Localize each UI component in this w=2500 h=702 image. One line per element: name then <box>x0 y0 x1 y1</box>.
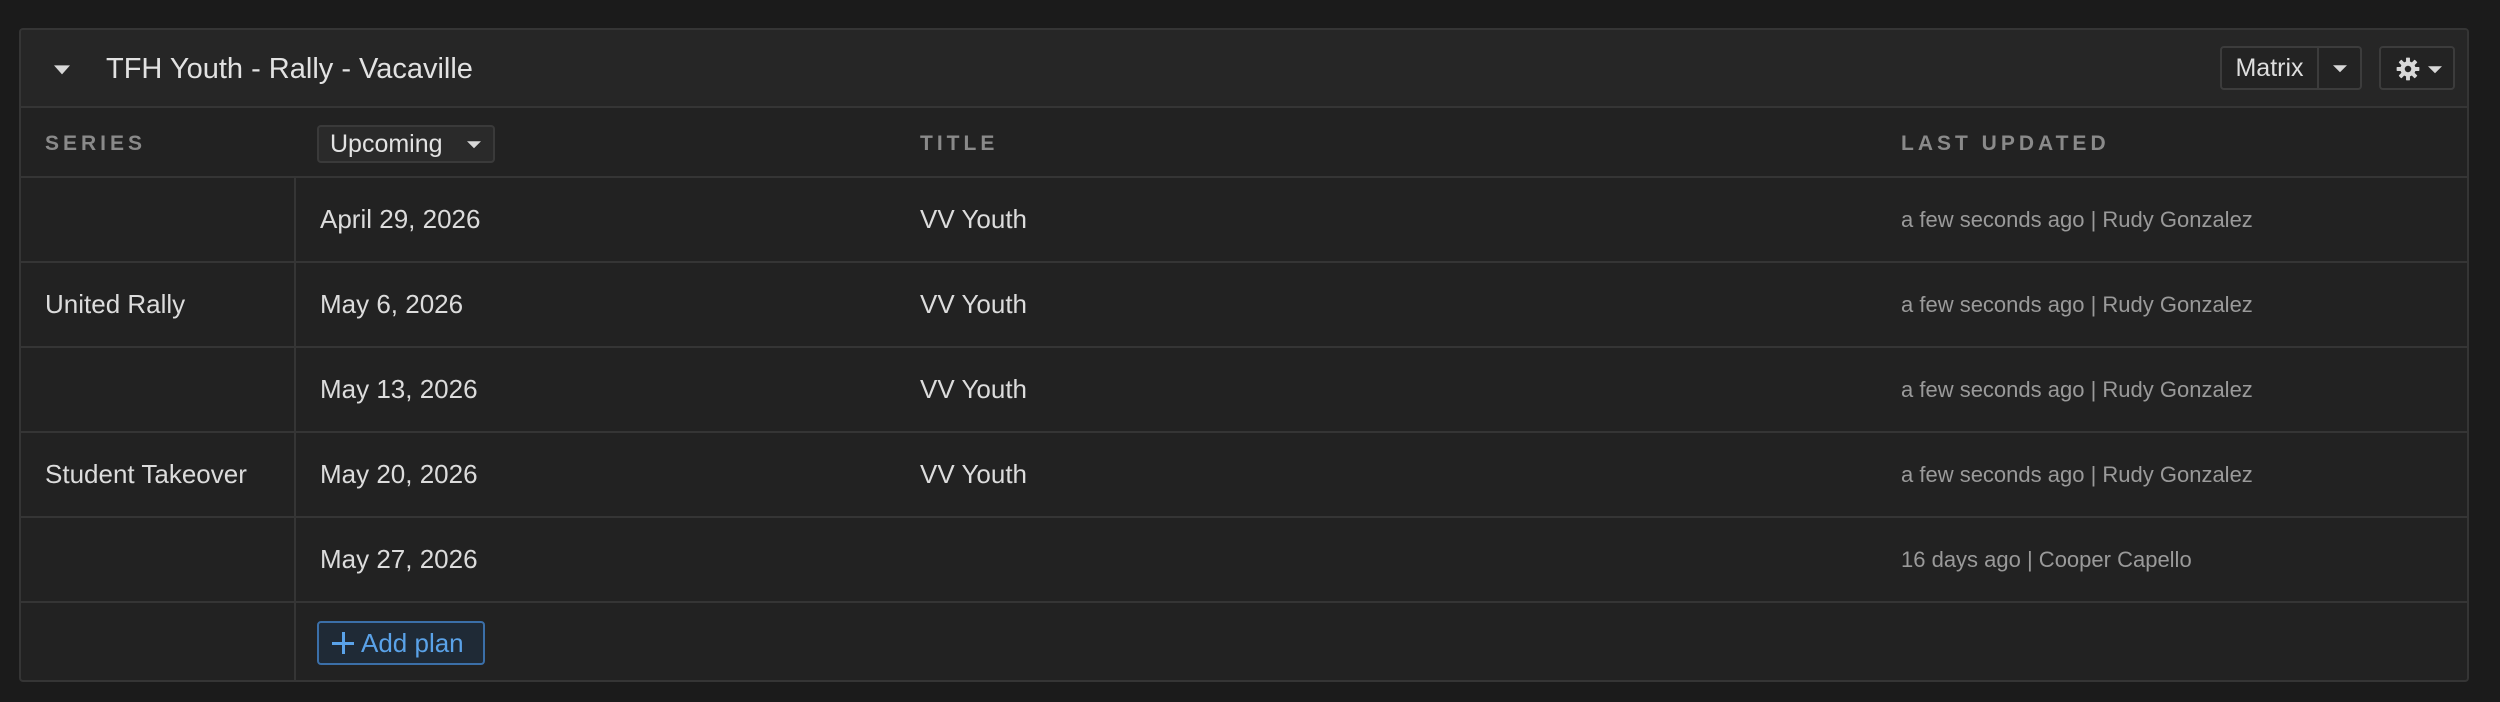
row-date[interactable]: May 20, 2026 <box>320 433 478 516</box>
collapse-toggle[interactable] <box>49 56 75 82</box>
table-row[interactable]: May 13, 2026 VV Youth a few seconds ago … <box>21 348 2467 433</box>
table-header: SERIES Upcoming TITLE LAST UPDATED <box>21 108 2467 178</box>
chevron-down-icon <box>54 65 70 75</box>
row-series: United Rally <box>45 289 186 319</box>
view-dropdown-button[interactable] <box>2319 48 2360 88</box>
row-title[interactable]: VV Youth <box>920 263 1027 346</box>
row-date[interactable]: May 13, 2026 <box>320 348 478 431</box>
caret-down-icon <box>2332 65 2347 73</box>
row-date[interactable]: April 29, 2026 <box>320 178 480 261</box>
add-plan-label: Add plan <box>361 627 464 658</box>
column-header-series: SERIES <box>45 132 147 155</box>
row-series: Student Takeover <box>45 459 247 489</box>
row-date[interactable]: May 27, 2026 <box>320 518 478 601</box>
column-header-last-updated: LAST UPDATED <box>1901 132 2110 155</box>
row-title[interactable]: VV Youth <box>920 348 1027 431</box>
row-date[interactable]: May 6, 2026 <box>320 263 463 346</box>
table-row[interactable]: Student Takeover May 20, 2026 VV Youth a… <box>21 433 2467 518</box>
panel-header: TFH Youth - Rally - Vacaville Matrix <box>21 30 2467 108</box>
upcoming-filter-select[interactable]: Upcoming <box>317 125 495 163</box>
upcoming-filter-label: Upcoming <box>330 129 443 158</box>
row-last-updated: a few seconds ago | Rudy Gonzalez <box>1901 291 2253 317</box>
series-column-divider <box>294 178 296 680</box>
view-switcher: Matrix <box>2220 46 2362 90</box>
view-matrix-button[interactable]: Matrix <box>2222 48 2319 88</box>
caret-down-icon <box>2428 66 2442 74</box>
caret-down-icon <box>467 141 481 149</box>
plans-panel: TFH Youth - Rally - Vacaville Matrix SER… <box>19 28 2469 682</box>
row-last-updated: a few seconds ago | Rudy Gonzalez <box>1901 206 2253 232</box>
row-title[interactable]: VV Youth <box>920 178 1027 261</box>
table-row[interactable]: April 29, 2026 VV Youth a few seconds ag… <box>21 178 2467 263</box>
table-row[interactable]: May 27, 2026 16 days ago | Cooper Capell… <box>21 518 2467 603</box>
gear-icon <box>2396 57 2420 81</box>
row-last-updated: a few seconds ago | Rudy Gonzalez <box>1901 376 2253 402</box>
row-last-updated: 16 days ago | Cooper Capello <box>1901 546 2192 572</box>
settings-button[interactable] <box>2379 46 2455 90</box>
panel-title: TFH Youth - Rally - Vacaville <box>106 53 473 85</box>
table-row[interactable]: United Rally May 6, 2026 VV Youth a few … <box>21 263 2467 348</box>
row-last-updated: a few seconds ago | Rudy Gonzalez <box>1901 461 2253 487</box>
plus-icon <box>331 631 355 655</box>
column-header-title: TITLE <box>920 132 999 155</box>
row-title[interactable]: VV Youth <box>920 433 1027 516</box>
add-plan-button[interactable]: Add plan <box>317 621 485 665</box>
